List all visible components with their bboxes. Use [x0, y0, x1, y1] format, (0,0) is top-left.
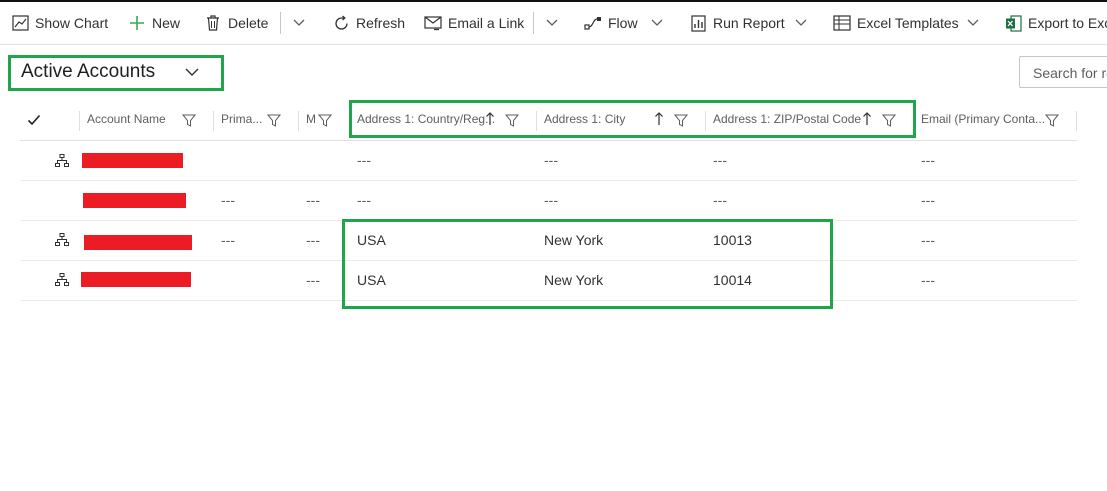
plus-icon: [128, 14, 146, 32]
filter-icon[interactable]: [182, 114, 196, 127]
filter-icon[interactable]: [267, 114, 281, 127]
m-cell: ---: [306, 272, 320, 288]
email-link-label: Email a Link: [448, 15, 525, 31]
view-selector[interactable]: Active Accounts: [21, 61, 155, 83]
column-divider: [213, 111, 214, 131]
row-divider: [20, 180, 1077, 181]
email-cell: ---: [921, 232, 935, 248]
excel-template-icon: [833, 14, 851, 32]
chevron-down-icon[interactable]: [292, 15, 306, 29]
show-chart-button[interactable]: Show Chart: [11, 2, 108, 44]
toolbar-separator: [533, 12, 534, 34]
toolbar-separator: [280, 12, 281, 34]
redacted-account-name[interactable]: [83, 193, 186, 208]
trash-icon: [204, 14, 222, 32]
report-icon: [689, 14, 707, 32]
excel-templates-label: Excel Templates: [857, 15, 959, 31]
flow-label: Flow: [608, 15, 638, 31]
column-header-account-name[interactable]: Account Name: [87, 112, 166, 126]
excel-icon: [1004, 14, 1022, 32]
m-cell: ---: [306, 232, 320, 248]
email-cell: ---: [921, 192, 935, 208]
chevron-down-icon[interactable]: [794, 15, 808, 29]
email-cell: ---: [921, 272, 935, 288]
country-cell: ---: [357, 152, 371, 168]
refresh-icon: [332, 14, 350, 32]
export-excel-label: Export to Exc: [1028, 15, 1107, 31]
search-placeholder: Search for re: [1033, 65, 1107, 81]
chart-icon: [11, 14, 29, 32]
column-divider: [298, 111, 299, 131]
refresh-label: Refresh: [356, 15, 406, 31]
filter-icon[interactable]: [1045, 114, 1059, 127]
email-cell: ---: [921, 152, 935, 168]
run-report-button[interactable]: Run Report: [689, 2, 785, 44]
show-chart-label: Show Chart: [35, 15, 109, 31]
city-cell: ---: [544, 152, 558, 168]
flow-icon: [584, 14, 602, 32]
hierarchy-icon[interactable]: [55, 154, 69, 167]
email-link-icon: [424, 14, 442, 32]
address-values-highlight: [342, 219, 833, 309]
flow-button[interactable]: Flow: [584, 2, 638, 44]
address-columns-highlight: [349, 100, 916, 138]
zip-cell: ---: [713, 152, 727, 168]
chevron-down-icon[interactable]: [966, 15, 980, 29]
chevron-down-icon[interactable]: [650, 15, 664, 29]
command-bar: Show Chart New Delete Refresh Email a Li…: [0, 2, 1107, 45]
header-divider: [20, 140, 1077, 141]
primary-contact-cell: ---: [221, 192, 235, 208]
column-header-m[interactable]: M: [306, 112, 316, 126]
filter-icon[interactable]: [318, 114, 332, 127]
column-divider: [79, 111, 80, 131]
zip-cell: ---: [713, 192, 727, 208]
delete-label: Delete: [228, 15, 269, 31]
column-header-primary-contact[interactable]: Prima...: [221, 112, 262, 126]
new-label: New: [152, 15, 181, 31]
redacted-account-name[interactable]: [81, 272, 191, 287]
chevron-down-icon[interactable]: [545, 15, 559, 29]
column-header-email[interactable]: Email (Primary Conta...: [921, 112, 1045, 126]
city-cell: ---: [544, 192, 558, 208]
run-report-label: Run Report: [713, 15, 785, 31]
new-button[interactable]: New: [128, 2, 180, 44]
m-cell: ---: [306, 192, 320, 208]
redacted-account-name[interactable]: [82, 153, 183, 168]
hierarchy-icon[interactable]: [55, 233, 69, 246]
primary-contact-cell: ---: [221, 232, 235, 248]
country-cell: ---: [357, 192, 371, 208]
excel-templates-button[interactable]: Excel Templates: [833, 2, 959, 44]
export-excel-button[interactable]: Export to Exc: [1004, 2, 1107, 44]
delete-button[interactable]: Delete: [204, 2, 268, 44]
email-link-button[interactable]: Email a Link: [424, 2, 524, 44]
search-input[interactable]: Search for re: [1019, 56, 1107, 88]
refresh-button[interactable]: Refresh: [332, 2, 405, 44]
hierarchy-icon[interactable]: [55, 273, 69, 286]
select-all-checkmark-icon[interactable]: [27, 113, 41, 127]
redacted-account-name[interactable]: [84, 235, 192, 250]
column-divider: [1076, 111, 1077, 131]
chevron-down-icon[interactable]: [184, 66, 200, 78]
